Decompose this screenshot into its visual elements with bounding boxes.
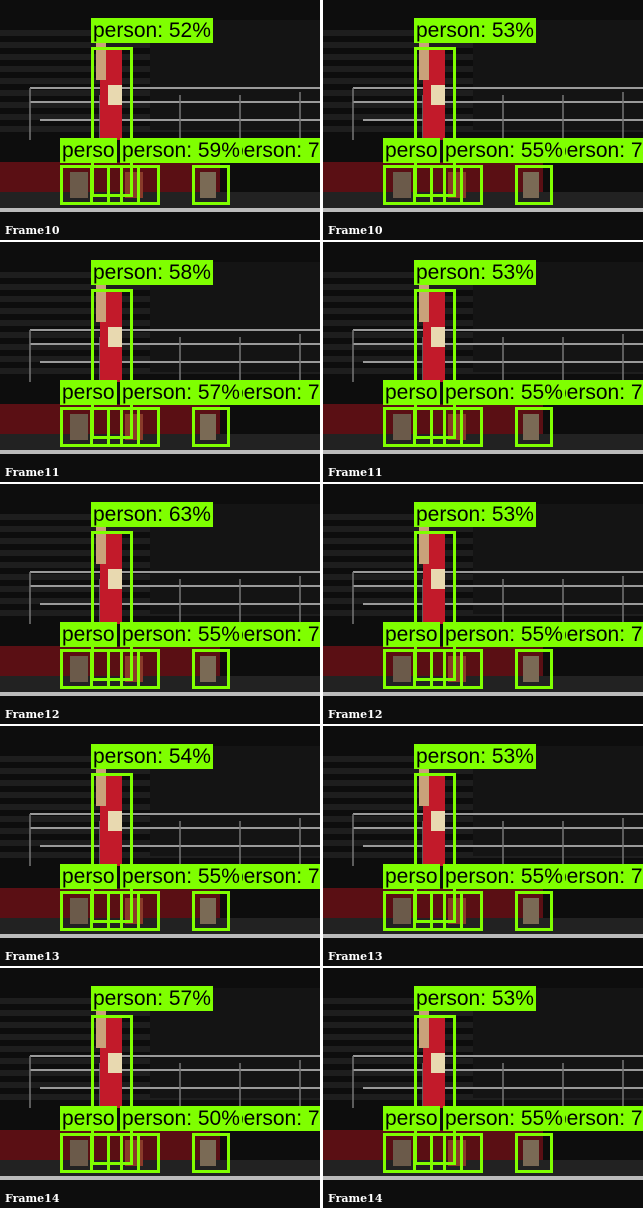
frame-cell: person: 53% person: 74% persoperson: 55% Fr… bbox=[323, 242, 643, 482]
detection-label: person: 78% bbox=[230, 1106, 320, 1131]
detection-label: person: 53% bbox=[414, 502, 536, 527]
detection-label: person: 50% bbox=[120, 1106, 242, 1131]
detection-box bbox=[192, 407, 230, 447]
detection-label: perso bbox=[383, 1106, 440, 1131]
frame-caption: Frame13 bbox=[5, 950, 60, 963]
frame-caption: Frame14 bbox=[328, 1192, 383, 1205]
detection-box bbox=[192, 891, 230, 931]
detection-label: person: 57% bbox=[120, 380, 242, 405]
detection-box bbox=[515, 649, 553, 689]
detection-label: person: 53% bbox=[414, 260, 536, 285]
detection-label: person: 74% bbox=[553, 864, 643, 889]
detection-box bbox=[192, 165, 230, 205]
detection-label: perso bbox=[383, 622, 440, 647]
detection-label: person: 76% bbox=[230, 380, 320, 405]
detection-label: person: 59% bbox=[120, 138, 242, 163]
detection-label: person: 55% bbox=[443, 1106, 565, 1131]
frame-caption: Frame12 bbox=[328, 708, 383, 721]
detection-label: person: 77% bbox=[230, 138, 320, 163]
frame-cell: person: 57% person: 78% persoperson: 50% Fr… bbox=[0, 968, 320, 1208]
detection-label: person: 55% bbox=[120, 864, 242, 889]
detection-label: person: 74% bbox=[553, 622, 643, 647]
detection-box bbox=[443, 649, 483, 689]
detection-label: perso bbox=[383, 138, 440, 163]
detection-label: person: 55% bbox=[443, 864, 565, 889]
detection-label: person: 58% bbox=[91, 260, 213, 285]
detection-label: person: 74% bbox=[553, 380, 643, 405]
detection-label: person: 53% bbox=[414, 18, 536, 43]
frame-grid: person: 52%person: 77%persoperson: 59%Fr… bbox=[0, 0, 644, 1210]
detection-label: perso bbox=[383, 864, 440, 889]
detection-label: person: 74% bbox=[553, 138, 643, 163]
frame-caption: Frame10 bbox=[5, 224, 60, 237]
frame-cell: person: 53% person: 74% persoperson: 55% Fr… bbox=[323, 484, 643, 724]
detection-box bbox=[515, 1133, 553, 1173]
detection-box bbox=[515, 891, 553, 931]
frame-cell: person: 52% person: 77% persoperson: 59% Fr… bbox=[0, 0, 320, 240]
detection-label: person: 52% bbox=[91, 18, 213, 43]
detection-label: person: 78% bbox=[230, 864, 320, 889]
detection-label: person: 55% bbox=[120, 622, 242, 647]
frame-cell: person: 58% person: 76% persoperson: 57% Fr… bbox=[0, 242, 320, 482]
detection-box bbox=[192, 1133, 230, 1173]
frame-cell: person: 63% person: 77% persoperson: 55% Fr… bbox=[0, 484, 320, 724]
detection-label: perso bbox=[60, 1106, 117, 1131]
detection-label: person: 54% bbox=[91, 744, 213, 769]
detection-label: perso bbox=[60, 622, 117, 647]
detection-box bbox=[443, 407, 483, 447]
detection-label: person: 55% bbox=[443, 380, 565, 405]
detection-label: person: 63% bbox=[91, 502, 213, 527]
detection-box bbox=[443, 891, 483, 931]
detection-box bbox=[120, 165, 160, 205]
frame-cell: person: 53% person: 74% persoperson: 55% Fr… bbox=[323, 726, 643, 966]
detection-label: person: 77% bbox=[230, 622, 320, 647]
detection-label: person: 53% bbox=[414, 744, 536, 769]
detection-box bbox=[515, 407, 553, 447]
frame-caption: Frame10 bbox=[328, 224, 383, 237]
detection-label: perso bbox=[60, 138, 117, 163]
detection-label: person: 53% bbox=[414, 986, 536, 1011]
detection-box bbox=[192, 649, 230, 689]
frame-cell: person: 54% person: 78% persoperson: 55% Fr… bbox=[0, 726, 320, 966]
frame-caption: Frame12 bbox=[5, 708, 60, 721]
detection-label: person: 55% bbox=[443, 622, 565, 647]
detection-label: perso bbox=[383, 380, 440, 405]
detection-label: perso bbox=[60, 864, 117, 889]
frame-cell: person: 53% person: 74% persoperson: 55% Fr… bbox=[323, 968, 643, 1208]
frame-cell: person: 53% person: 74% persoperson: 55% Fr… bbox=[323, 0, 643, 240]
detection-box bbox=[120, 1133, 160, 1173]
detection-box bbox=[120, 407, 160, 447]
detection-label: person: 74% bbox=[553, 1106, 643, 1131]
detection-box bbox=[515, 165, 553, 205]
detection-label: person: 55% bbox=[443, 138, 565, 163]
frame-caption: Frame11 bbox=[5, 466, 60, 479]
frame-caption: Frame11 bbox=[328, 466, 383, 479]
detection-box bbox=[443, 165, 483, 205]
detection-box bbox=[120, 891, 160, 931]
frame-caption: Frame14 bbox=[5, 1192, 60, 1205]
frame-caption: Frame13 bbox=[328, 950, 383, 963]
detection-label: perso bbox=[60, 380, 117, 405]
detection-label: person: 57% bbox=[91, 986, 213, 1011]
detection-box bbox=[120, 649, 160, 689]
detection-box bbox=[443, 1133, 483, 1173]
